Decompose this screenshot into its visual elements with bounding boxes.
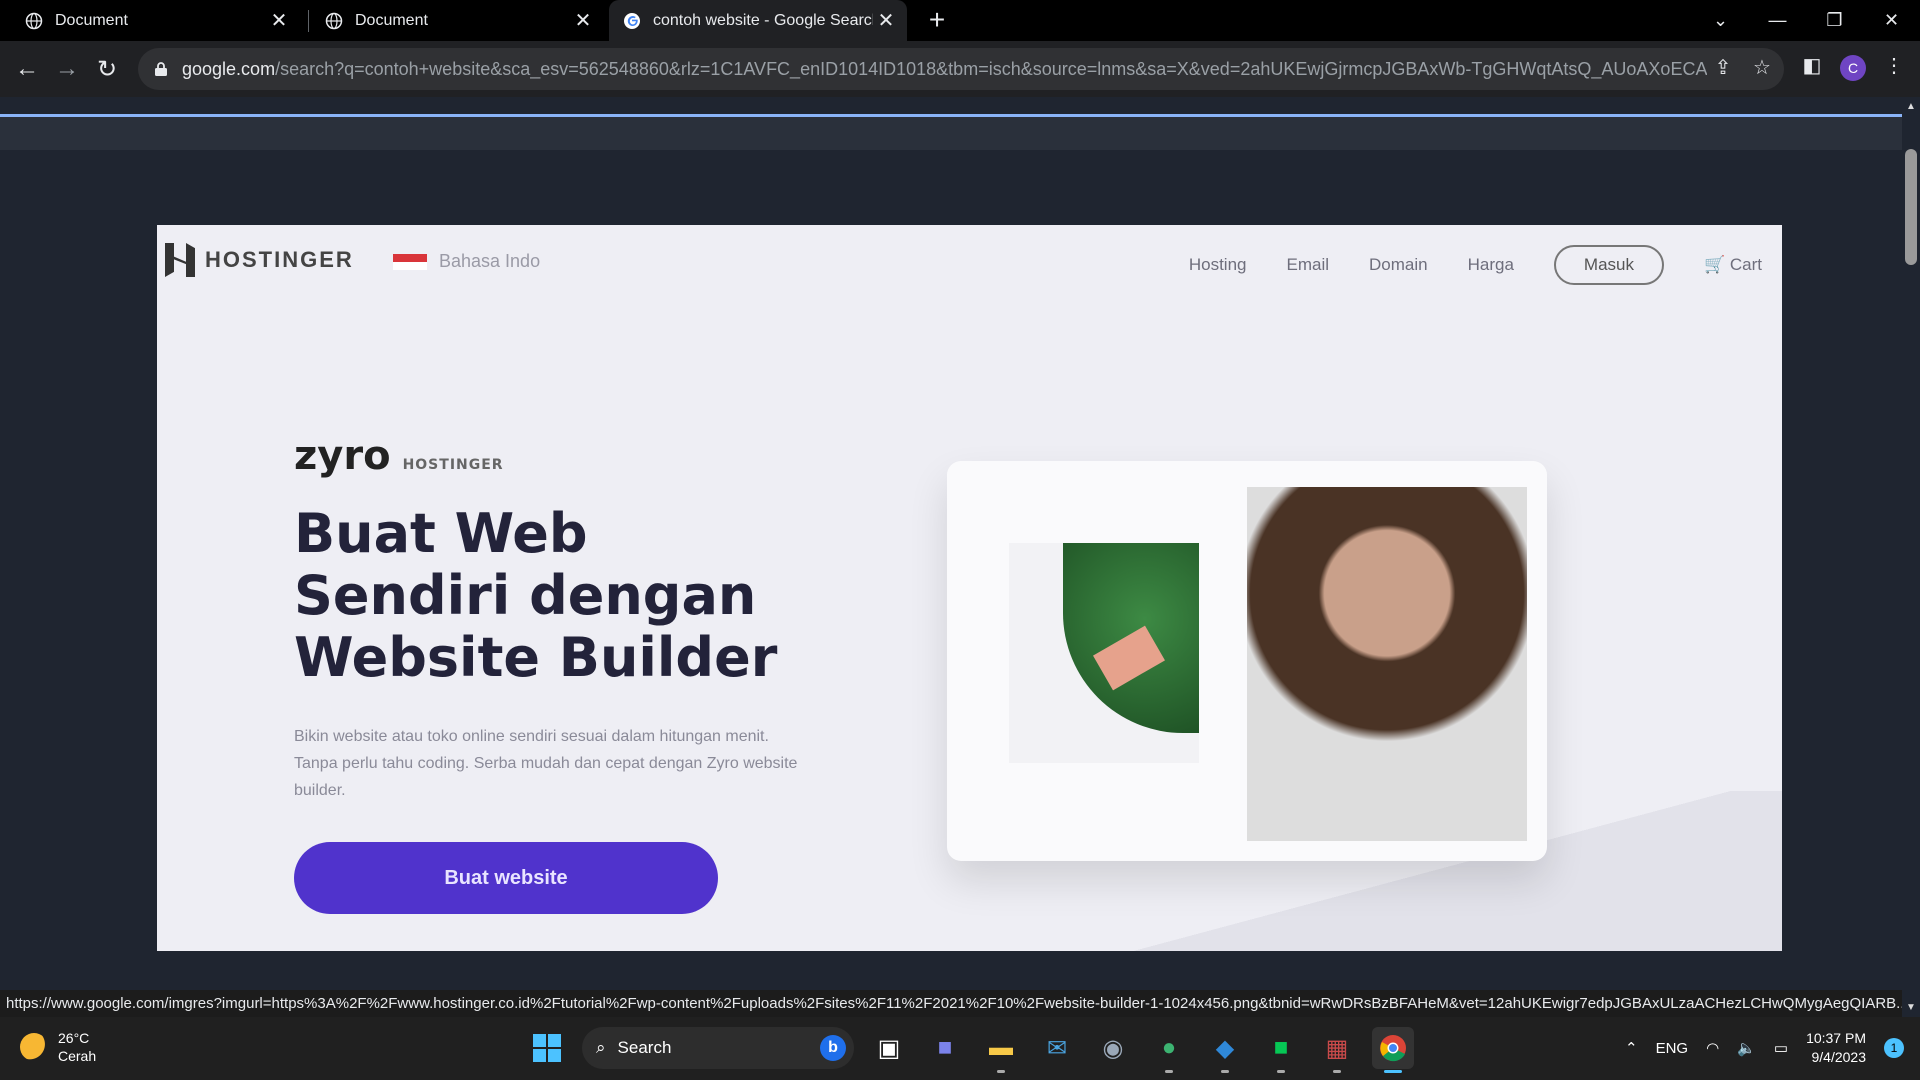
weather-temperature: 26°C [58, 1030, 90, 1046]
menu-domain: Domain [1369, 255, 1428, 274]
reload-icon[interactable]: ↻ [89, 51, 125, 87]
chrome-icon[interactable] [1372, 1027, 1414, 1073]
page-content: HOSTINGER Bahasa Indo Hosting Email Doma… [0, 97, 1902, 990]
wifi-icon[interactable]: ◠ [1706, 1039, 1719, 1057]
zyro-logo: zyro HOSTINGER [294, 433, 814, 479]
system-tray: ⌃ ENG ◠ 🔈 ▭ 10:37 PM 9/4/2023 1 [1625, 1029, 1904, 1067]
minimize-icon[interactable]: — [1749, 10, 1806, 31]
taskbar-apps: ⌕ Search b ▣ ■ ▬ ✉ ◉ ● ◆ ■ ▦ [526, 1027, 1414, 1073]
image-preview[interactable]: HOSTINGER Bahasa Indo Hosting Email Doma… [157, 225, 1782, 951]
back-icon[interactable]: ← [9, 51, 45, 87]
windows-logo [533, 1034, 561, 1062]
preview-nav-menu: Hosting Email Domain Harga Masuk 🛒 Cart [1189, 245, 1762, 285]
hostinger-mark-icon [165, 243, 195, 277]
indonesia-flag-icon [393, 253, 427, 270]
hero-headline: Buat Web Sendiri dengan Website Builder [294, 502, 778, 689]
bookmark-star-icon[interactable]: ☆ [1751, 56, 1773, 79]
globe-icon [325, 12, 343, 29]
search-icon: ⌕ [596, 1038, 606, 1057]
address-bar[interactable]: google.com/search?q=contoh+website&sca_e… [138, 48, 1784, 90]
tab-title: contoh website - Google Search [653, 11, 873, 29]
tab-document-1[interactable]: Document ✕ [0, 0, 300, 41]
clock-time: 10:37 PM [1806, 1030, 1866, 1046]
menu-harga: Harga [1467, 255, 1514, 274]
side-panel-icon[interactable]: ◧ [1801, 54, 1823, 77]
preview-panel-header [0, 117, 1902, 150]
input-language[interactable]: ENG [1656, 1040, 1689, 1057]
close-tab-icon[interactable]: ✕ [266, 8, 292, 34]
task-view-icon[interactable]: ▣ [868, 1027, 910, 1069]
scroll-down-icon[interactable]: ▼ [1906, 1002, 1916, 1013]
close-tab-icon[interactable]: ✕ [570, 8, 596, 34]
cta-button: Buat website [294, 842, 718, 914]
new-tab-button[interactable]: + [922, 4, 952, 35]
hero-section: zyro HOSTINGER Buat Web Sendiri dengan We… [294, 433, 814, 914]
tab-strip: Document ✕ Document ✕ contoh website - G… [0, 0, 1920, 41]
url-path: /search?q=contoh+website&sca_esv=5625488… [275, 58, 1707, 79]
edge-icon[interactable]: ● [1148, 1027, 1190, 1073]
cart-icon: 🛒 [1703, 255, 1730, 274]
globe-icon [25, 12, 43, 29]
taskbar-search[interactable]: ⌕ Search b [582, 1027, 854, 1069]
windows-start-icon[interactable] [526, 1027, 568, 1069]
clock[interactable]: 10:37 PM 9/4/2023 [1806, 1029, 1866, 1067]
tab-title: Document [55, 11, 128, 29]
tab-search-icon[interactable]: ⌄ [1692, 10, 1749, 31]
battery-icon[interactable]: ▭ [1774, 1039, 1788, 1057]
profile-avatar[interactable]: C [1840, 55, 1866, 81]
tab-document-2[interactable]: Document ✕ [300, 0, 604, 41]
hero-subtext: Bikin website atau toko online sendiri s… [294, 728, 798, 799]
status-bar-url: https://www.google.com/imgres?imgurl=htt… [0, 990, 1902, 1017]
close-tab-icon[interactable]: ✕ [873, 8, 899, 34]
search-label: Search [617, 1038, 672, 1057]
notification-badge[interactable]: 1 [1884, 1038, 1904, 1058]
language-label: Bahasa Indo [439, 251, 541, 271]
teams-chat-icon[interactable]: ■ [924, 1027, 966, 1069]
language-selector: Bahasa Indo [393, 251, 540, 272]
tab-google-search[interactable]: contoh website - Google Search ✕ [609, 0, 907, 41]
forward-icon[interactable]: → [49, 51, 85, 87]
taskbar: 26°C Cerah ⌕ Search b ▣ ■ ▬ ✉ ◉ ● ◆ ■ ▦ … [0, 1017, 1920, 1080]
scrollbar-thumb[interactable] [1905, 149, 1917, 265]
tab-title: Document [355, 11, 428, 29]
cart-link: 🛒 Cart [1704, 255, 1762, 275]
url-domain: google.com [182, 58, 276, 79]
file-explorer-icon[interactable]: ▬ [980, 1027, 1022, 1073]
url-text[interactable]: google.com/search?q=contoh+website&sca_e… [182, 59, 1707, 80]
volume-icon[interactable]: 🔈 [1737, 1039, 1756, 1057]
browser-toolbar: ← → ↻ google.com/search?q=contoh+website… [0, 41, 1920, 97]
hostinger-logo: HOSTINGER [165, 243, 354, 277]
zyro-by-label: HOSTINGER [402, 457, 504, 473]
menu-kebab-icon[interactable]: ⋮ [1883, 54, 1905, 77]
login-button: Masuk [1553, 245, 1664, 285]
close-window-icon[interactable]: ✕ [1863, 10, 1920, 31]
clock-date: 9/4/2023 [1811, 1049, 1867, 1065]
laptop-mockup [947, 461, 1547, 861]
product-card-image [1009, 543, 1199, 763]
vscode-icon[interactable]: ◆ [1204, 1027, 1246, 1073]
window-controls: ⌄ — ❐ ✕ [1692, 0, 1920, 41]
menu-email: Email [1286, 255, 1329, 274]
chrome-logo [1380, 1035, 1406, 1062]
moon-weather-icon [20, 1033, 48, 1061]
weather-description: Cerah [58, 1048, 97, 1064]
mail-icon[interactable]: ✉ [1036, 1027, 1078, 1069]
scroll-up-icon[interactable]: ▲ [1906, 101, 1916, 112]
winrar-icon[interactable]: ▦ [1316, 1027, 1358, 1073]
google-icon [624, 12, 640, 29]
show-hidden-icons-icon[interactable]: ⌃ [1625, 1039, 1638, 1057]
bing-icon[interactable]: b [820, 1035, 846, 1061]
cart-label: Cart [1729, 255, 1762, 274]
line-icon[interactable]: ■ [1260, 1027, 1302, 1073]
vertical-scrollbar[interactable]: ▲ ▼ [1902, 97, 1920, 1017]
camera-icon[interactable]: ◉ [1092, 1027, 1134, 1069]
brand-name: HOSTINGER [205, 247, 354, 272]
lock-icon[interactable] [154, 61, 168, 77]
weather-widget[interactable]: 26°C Cerah [20, 1029, 96, 1065]
portrait-photo [1247, 487, 1527, 841]
menu-hosting: Hosting [1188, 255, 1247, 274]
restore-icon[interactable]: ❐ [1806, 10, 1863, 31]
share-icon[interactable]: ⇪ [1712, 56, 1734, 79]
zyro-wordmark: zyro [294, 433, 391, 479]
